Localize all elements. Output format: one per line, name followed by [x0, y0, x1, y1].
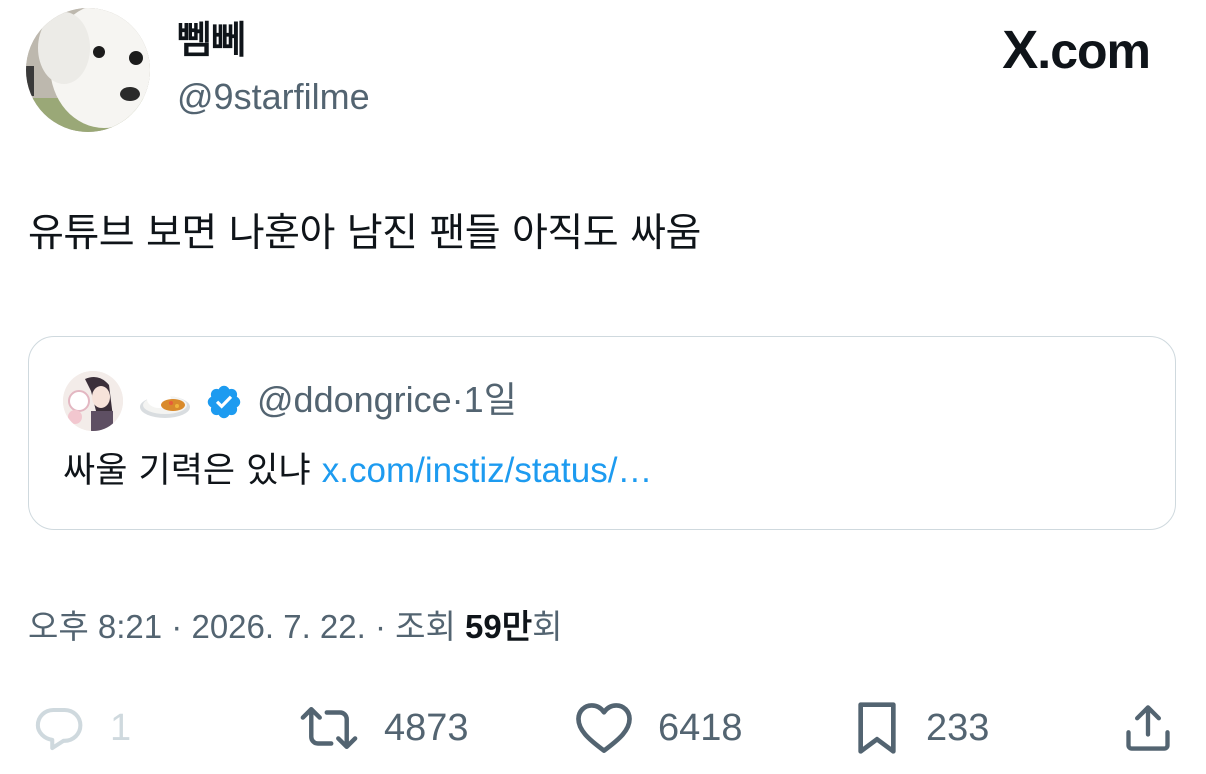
brand-suffix: .com: [1037, 23, 1151, 79]
author-display-name[interactable]: 뻼뻬: [177, 14, 246, 66]
retweet-icon: [300, 706, 358, 750]
verified-badge-icon[interactable]: [205, 383, 243, 421]
reply-count: 1: [110, 707, 132, 749]
curry-rice-icon: [139, 381, 191, 421]
tweet-date[interactable]: 2026. 7. 22.: [191, 608, 365, 645]
heart-icon: [576, 703, 632, 753]
quoted-author-avatar[interactable]: [63, 371, 123, 431]
quoted-status-link[interactable]: x.com/instiz/status/…: [322, 451, 653, 490]
meta-dot-2: ·: [374, 608, 386, 645]
quoted-separator: ·: [451, 379, 464, 420]
like-count: 6418: [658, 707, 743, 749]
tweet-text: 유튜브 보면 나훈아 남진 팬들 아직도 싸움: [28, 211, 701, 256]
quoted-author-handle[interactable]: @ddongrice·1일: [257, 377, 517, 423]
bookmark-icon: [858, 702, 896, 754]
retweet-count: 4873: [384, 707, 469, 749]
x-com-logo: X.com: [1002, 20, 1151, 80]
tweet-time[interactable]: 오후 8:21: [28, 608, 162, 645]
views-count[interactable]: 59만: [465, 608, 532, 645]
like-button[interactable]: 6418: [574, 700, 743, 756]
quoted-tweet-text: 싸울 기력은 있냐 x.com/instiz/status/…: [63, 447, 652, 495]
reply-icon: [35, 707, 83, 751]
reply-button[interactable]: 1: [32, 700, 131, 756]
author-avatar[interactable]: [26, 8, 150, 132]
bookmark-count: 233: [926, 707, 990, 749]
quoted-text-body: 싸울 기력은 있냐: [63, 451, 311, 491]
quoted-age[interactable]: 1일: [464, 379, 517, 420]
bookmark-button[interactable]: 233: [852, 700, 989, 756]
views-suffix: 회: [532, 608, 563, 645]
views-label: 조회: [395, 608, 456, 645]
share-button[interactable]: [1122, 700, 1174, 756]
meta-dot-1: ·: [171, 608, 183, 645]
author-handle[interactable]: @9starfilme: [177, 74, 370, 120]
quoted-tweet-card[interactable]: @ddongrice·1일 싸울 기력은 있냐 x.com/instiz/sta…: [28, 336, 1176, 530]
tweet-meta: 오후 8:21 · 2026. 7. 22. · 조회 59만회: [28, 604, 563, 650]
share-icon: [1126, 705, 1170, 751]
x-logo-icon: X: [1002, 20, 1038, 80]
quoted-handle-text[interactable]: @ddongrice: [257, 379, 452, 420]
retweet-button[interactable]: 4873: [298, 700, 469, 756]
